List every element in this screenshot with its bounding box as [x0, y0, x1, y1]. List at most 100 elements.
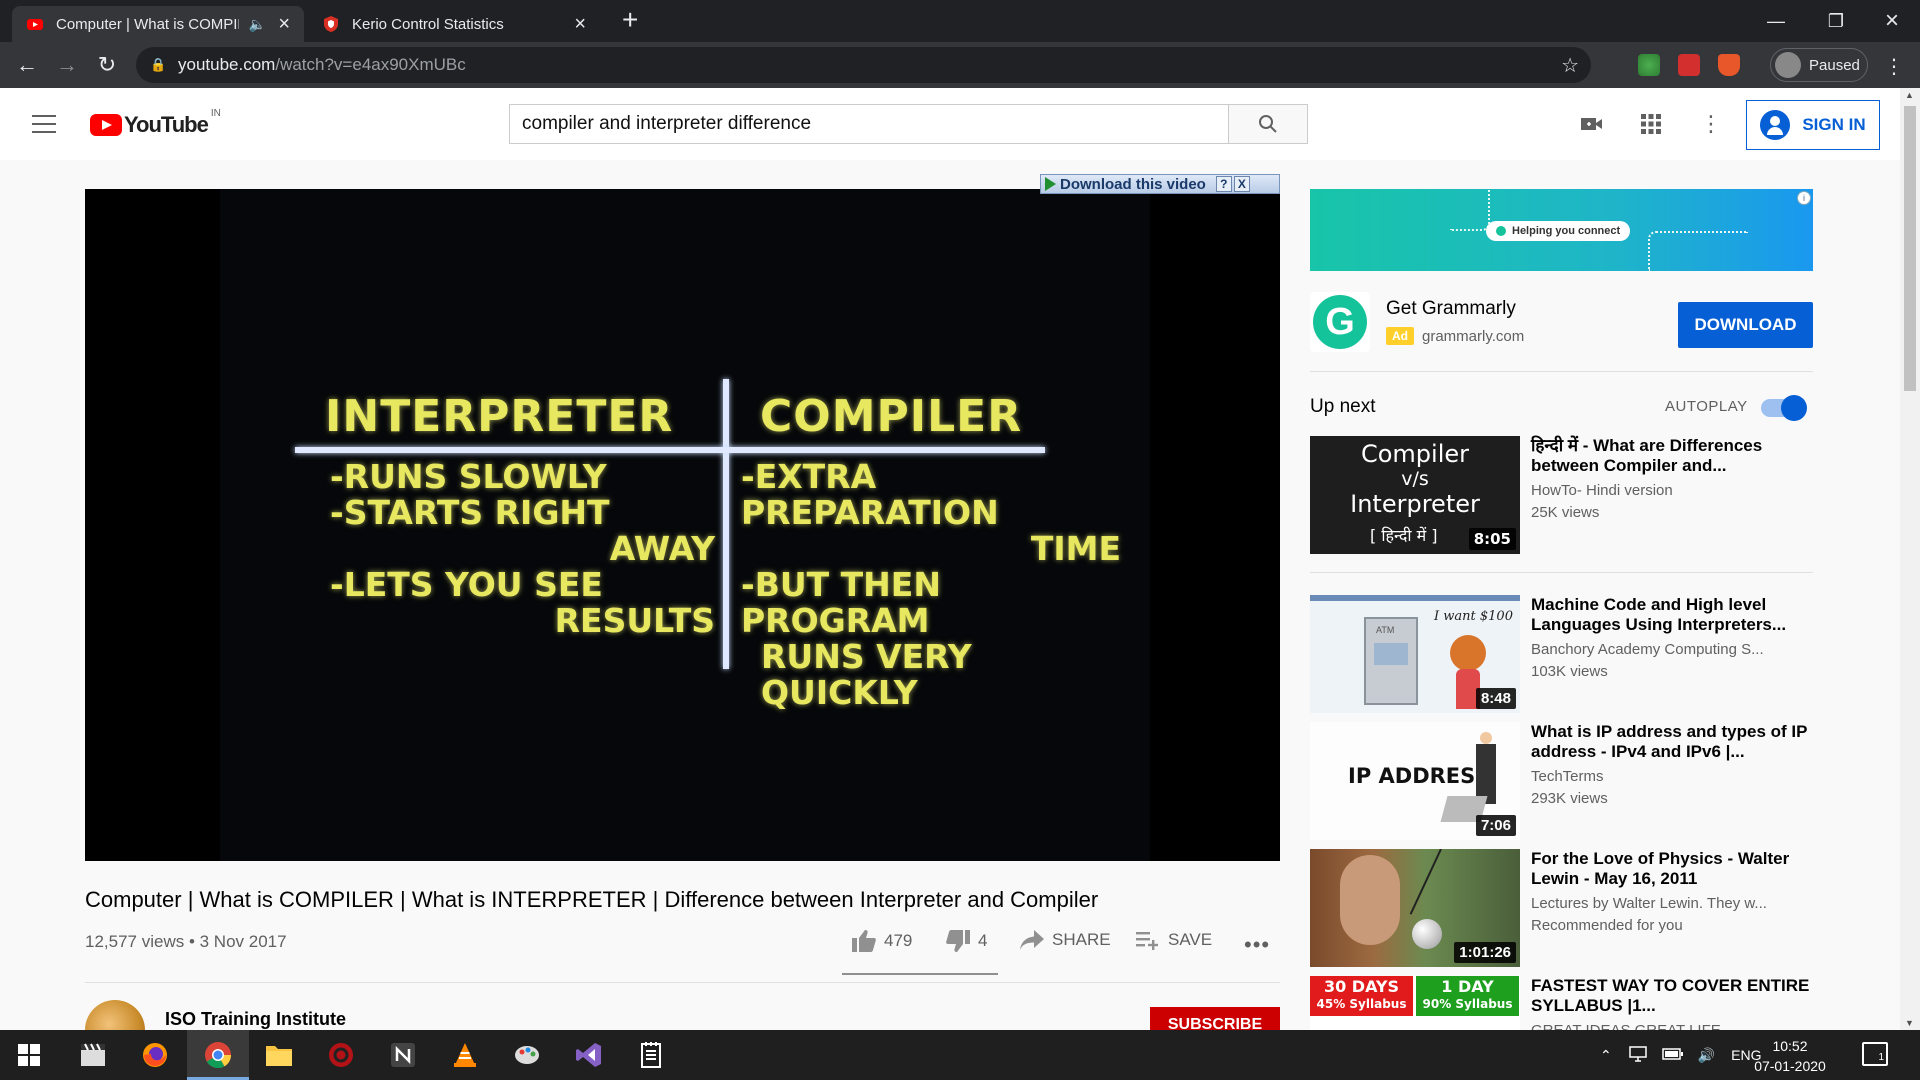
board-line: -BUT THEN PROGRAM: [741, 565, 941, 640]
download-label: Download this video: [1060, 175, 1206, 193]
notification-center-icon[interactable]: 1: [1862, 1042, 1888, 1066]
volume-icon[interactable]: 🔊: [1698, 1047, 1715, 1064]
save-button[interactable]: SAVE: [1136, 930, 1212, 950]
bookmark-star-icon[interactable]: ☆: [1561, 53, 1579, 78]
dislike-button[interactable]: 4: [946, 930, 987, 952]
download-video-bar[interactable]: Download this video ? X: [1040, 174, 1280, 194]
search-button[interactable]: [1228, 104, 1308, 144]
chrome-icon[interactable]: [201, 1038, 235, 1072]
battery-icon[interactable]: [1661, 1047, 1684, 1063]
visual-studio-icon[interactable]: [572, 1038, 606, 1072]
notepad-icon[interactable]: [634, 1038, 668, 1072]
speaker-icon[interactable]: 🔈: [249, 16, 266, 33]
paint-app-icon[interactable]: [510, 1038, 544, 1072]
download-button[interactable]: DOWNLOAD: [1678, 302, 1813, 348]
profile-status: Paused: [1809, 56, 1860, 74]
ad-banner[interactable]: Helping you connect: [1310, 189, 1813, 271]
apps-grid-icon[interactable]: [1637, 110, 1665, 138]
decorative-line: [1648, 231, 1748, 271]
firefox-icon[interactable]: [138, 1038, 172, 1072]
view-count: 25K views: [1531, 504, 1600, 521]
thumb-block: 30 DAYS 45% Syllabus: [1310, 976, 1413, 1016]
new-tab-button[interactable]: +: [622, 4, 638, 36]
hamburger-menu-icon[interactable]: [32, 115, 56, 133]
back-button[interactable]: ←: [12, 50, 42, 80]
close-tab-icon[interactable]: ×: [574, 13, 586, 36]
system-clock[interactable]: 10:52 07-01-2020: [1750, 1036, 1830, 1076]
clapperboard-app-icon[interactable]: [76, 1038, 110, 1072]
lecturer-illustration: [1340, 855, 1400, 945]
video-player[interactable]: INTERPRETER COMPILER -RUNS SLOWLY -START…: [85, 189, 1280, 861]
network-icon[interactable]: [1628, 1045, 1648, 1065]
ad-card[interactable]: G Get Grammarly Ad grammarly.com DOWNLOA…: [1310, 290, 1813, 354]
recommended-video[interactable]: 30 DAYS 45% Syllabus 1 DAY 90% Syllabus …: [1310, 976, 1820, 1030]
person-illustration: [1480, 732, 1492, 744]
settings-menu-icon[interactable]: ⋮: [1697, 110, 1725, 138]
thumb-text: Compiler: [1360, 440, 1470, 468]
sign-in-button[interactable]: SIGN IN: [1746, 100, 1880, 150]
board-line: -RUNS SLOWLY: [330, 457, 607, 496]
windows-start-icon[interactable]: [12, 1038, 46, 1072]
chevron-up-icon[interactable]: ⌃: [1600, 1047, 1612, 1064]
create-video-icon[interactable]: [1578, 110, 1606, 138]
recommended-video[interactable]: 1:01:26 For the Love of Physics - Walter…: [1310, 849, 1820, 967]
youtube-logo[interactable]: YouTube IN: [90, 108, 221, 138]
like-count: 479: [884, 931, 913, 950]
close-tab-icon[interactable]: ×: [278, 13, 290, 36]
scroll-down-icon[interactable]: ▼: [1905, 1018, 1914, 1028]
recommended-video[interactable]: I want $100 8:48 Machine Code and High l…: [1310, 595, 1820, 713]
person-illustration: [1450, 635, 1486, 709]
scroll-up-icon[interactable]: ▲: [1905, 90, 1914, 100]
vlc-icon[interactable]: [448, 1038, 482, 1072]
brave-shield-icon[interactable]: [1718, 54, 1740, 76]
channel-name[interactable]: ISO Training Institute: [165, 1009, 346, 1030]
search-input[interactable]: [510, 105, 1228, 143]
tab-title: Kerio Control Statistics: [352, 15, 504, 33]
like-button[interactable]: 479: [852, 930, 912, 952]
davinci-app-icon[interactable]: [324, 1038, 358, 1072]
profile-button[interactable]: Paused: [1770, 48, 1868, 82]
pdf-extension-icon[interactable]: [1678, 54, 1700, 76]
close-icon[interactable]: X: [1233, 176, 1250, 192]
address-bar: ← → ↻ 🔒 youtube.com/watch?v=e4ax90XmUBc …: [0, 42, 1920, 88]
share-label: SHARE: [1052, 930, 1111, 949]
browser-menu-icon[interactable]: ⋮: [1884, 54, 1904, 79]
recommended-video[interactable]: Compiler v/s Interpreter [ हिन्दी में ] …: [1310, 436, 1820, 554]
tab-youtube[interactable]: Computer | What is COMPILE 🔈 ×: [12, 6, 304, 42]
share-button[interactable]: SHARE: [1020, 930, 1111, 950]
video-thumbnail: IP ADDRESS 7:06: [1310, 722, 1520, 840]
more-actions-icon[interactable]: •••: [1244, 932, 1270, 958]
minimize-button[interactable]: —: [1746, 0, 1806, 42]
tab-kerio[interactable]: Kerio Control Statistics ×: [308, 6, 600, 42]
board-horizontal-line: [295, 447, 1045, 453]
extension-green-icon[interactable]: [1638, 54, 1660, 76]
file-explorer-icon[interactable]: [262, 1038, 296, 1072]
video-duration: 7:06: [1475, 815, 1516, 836]
youtube-icon: [27, 19, 43, 30]
ad-info-icon[interactable]: i: [1797, 191, 1811, 205]
ad-badge: Ad: [1386, 327, 1414, 345]
logo-wordmark: YouTube: [124, 112, 209, 137]
help-icon[interactable]: ?: [1215, 176, 1232, 192]
reload-button[interactable]: ↻: [92, 50, 122, 80]
forward-button[interactable]: →: [52, 50, 82, 80]
view-count: Recommended for you: [1531, 917, 1683, 934]
banner-text: Helping you connect: [1512, 225, 1621, 237]
url-path: /watch?v=e4ax90XmUBc: [275, 55, 466, 74]
video-duration: 8:05: [1468, 528, 1516, 550]
scrollbar-thumb[interactable]: [1904, 106, 1916, 391]
maximize-button[interactable]: ❐: [1806, 0, 1866, 42]
notion-app-icon[interactable]: [386, 1038, 420, 1072]
autoplay-toggle[interactable]: [1761, 395, 1807, 421]
notification-count: 1: [1878, 1052, 1884, 1063]
close-window-button[interactable]: ×: [1862, 0, 1920, 42]
toggle-knob: [1781, 395, 1807, 421]
url-field[interactable]: 🔒 youtube.com/watch?v=e4ax90XmUBc ☆: [136, 47, 1591, 83]
recommended-video[interactable]: IP ADDRESS 7:06 What is IP address and t…: [1310, 722, 1820, 840]
video-title: FASTEST WAY TO COVER ENTIRE SYLLABUS |1.…: [1531, 976, 1810, 1015]
atm-illustration: [1364, 617, 1418, 705]
compiler-points: -EXTRA PREPARATION TIME -BUT THEN PROGRA…: [741, 459, 1121, 711]
video-title: हिन्दी में - What are Differences betwee…: [1531, 436, 1763, 475]
board-line: -STARTS RIGHT: [330, 493, 610, 532]
page-scrollbar[interactable]: ▲ ▼: [1900, 88, 1920, 1030]
